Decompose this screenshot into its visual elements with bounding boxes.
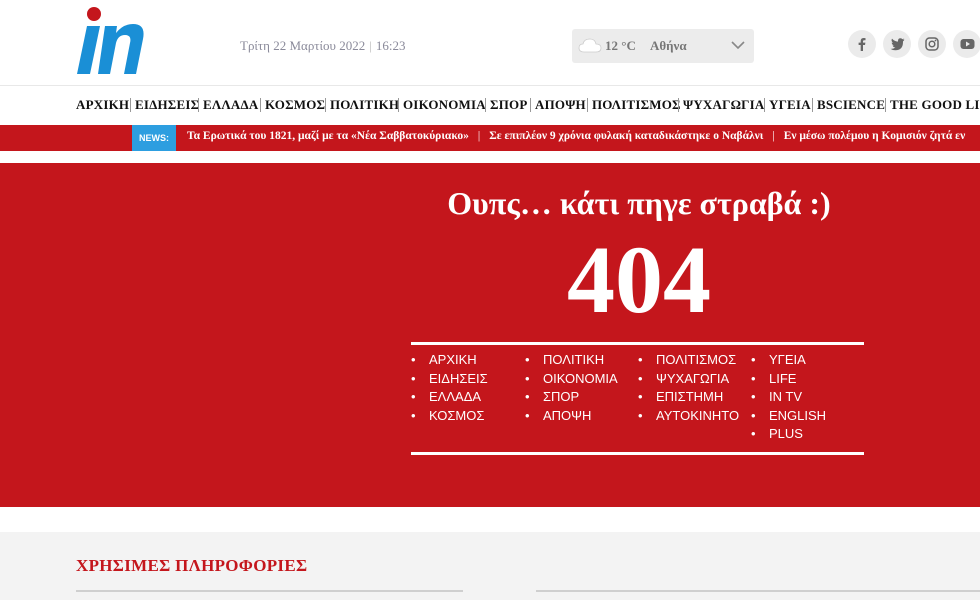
link-health[interactable]: ΥΓΕΙΑ (751, 352, 826, 371)
time-text: 16:23 (375, 38, 406, 53)
weather-widget[interactable]: 12 °C Αθήνα (572, 29, 754, 63)
nav-item-politics[interactable]: ΠΟΛΙΤΙΚΗ (330, 97, 399, 113)
link-news[interactable]: ΕΙΔΗΣΕΙΣ (411, 371, 488, 390)
links-column: ΠΟΛΙΤΙΚΗ ΟΙΚΟΝΟΜΙΑ ΣΠΟΡ ΑΠΟΨΗ (525, 352, 618, 426)
news-label: NEWS: (132, 125, 176, 151)
nav-item-sports[interactable]: ΣΠΟΡ (490, 97, 527, 113)
instagram-button[interactable] (918, 30, 946, 58)
link-life[interactable]: LIFE (751, 371, 826, 390)
link-entertainment[interactable]: ΨΥΧΑΓΩΓΙΑ (638, 371, 739, 390)
links-column: ΠΟΛΙΤΙΣΜΟΣ ΨΥΧΑΓΩΓΙΑ ΕΠΙΣΤΗΜΗ ΑΥΤΟΚΙΝΗΤΟ (638, 352, 739, 426)
twitter-icon (890, 37, 904, 50)
twitter-button[interactable] (883, 30, 911, 58)
news-ticker: NEWS: Τα Ερωτικά του 1821, μαζί με τα «Ν… (0, 125, 980, 151)
nav-separator (260, 98, 261, 112)
nav-separator (130, 98, 131, 112)
nav-separator (398, 98, 399, 112)
chevron-down-icon (731, 41, 745, 50)
nav-item-economy[interactable]: ΟΙΚΟΝΟΜΙΑ (403, 97, 486, 113)
nav-item-home[interactable]: ΑΡΧΙΚΗ (76, 97, 129, 113)
link-science[interactable]: ΕΠΙΣΤΗΜΗ (638, 389, 739, 408)
link-in-tv[interactable]: IN TV (751, 389, 826, 408)
cloud-icon (578, 38, 602, 53)
nav-item-health[interactable]: ΥΓΕΙΑ (769, 97, 811, 113)
divider (411, 342, 864, 345)
nav-separator (587, 98, 588, 112)
main-nav: ΑΡΧΙΚΗ ΕΙΔΗΣΕΙΣ ΕΛΛΑΔΑ ΚΟΣΜΟΣ ΠΟΛΙΤΙΚΗ Ο… (0, 94, 980, 116)
link-greece[interactable]: ΕΛΛΑΔΑ (411, 389, 488, 408)
ticker-separator: | (477, 130, 481, 142)
youtube-icon (960, 39, 974, 49)
nav-item-greece[interactable]: ΕΛΛΑΔΑ (203, 97, 258, 113)
nav-separator (678, 98, 679, 112)
nav-item-the-good-life[interactable]: THE GOOD LIFE (890, 97, 980, 113)
ticker-separator: | (772, 130, 775, 142)
nav-item-news[interactable]: ΕΙΔΗΣΕΙΣ (135, 97, 199, 113)
nav-item-culture[interactable]: ΠΟΛΙΤΙΣΜΟΣ (592, 97, 681, 113)
site-logo[interactable] (76, 6, 148, 78)
link-culture[interactable]: ΠΟΛΙΤΙΣΜΟΣ (638, 352, 739, 371)
site-header: Τρίτη 22 Μαρτίου 2022 | 16:23 12 °C Αθήνα (0, 0, 980, 86)
footer-divider (76, 590, 463, 592)
nav-separator (198, 98, 199, 112)
facebook-button[interactable] (848, 30, 876, 58)
nav-separator (325, 98, 326, 112)
nav-separator (530, 98, 531, 112)
error-title: Ουπς… κάτι πηγε στραβά :) (447, 185, 831, 221)
ticker-headline[interactable]: Εν μέσω πολέμου η Κομισιόν ζητά εν (784, 130, 966, 142)
link-english[interactable]: ENGLISH (751, 408, 826, 427)
nav-item-bscience[interactable]: BSCIENCE (817, 97, 885, 113)
link-opinion[interactable]: ΑΠΟΨΗ (525, 408, 618, 427)
current-date: Τρίτη 22 Μαρτίου 2022 | 16:23 (240, 38, 405, 54)
nav-item-entertainment[interactable]: ΨΥΧΑΓΩΓΙΑ (683, 97, 765, 113)
link-home[interactable]: ΑΡΧΙΚΗ (411, 352, 488, 371)
footer-title: ΧΡΗΣΙΜΕΣ ΠΛΗΡΟΦΟΡΙΕΣ (76, 556, 308, 575)
link-economy[interactable]: ΟΙΚΟΝΟΜΙΑ (525, 371, 618, 390)
nav-item-world[interactable]: ΚΟΣΜΟΣ (265, 97, 325, 113)
nav-separator (485, 98, 486, 112)
youtube-button[interactable] (953, 30, 980, 58)
link-world[interactable]: ΚΟΣΜΟΣ (411, 408, 488, 427)
date-text: Τρίτη 22 Μαρτίου 2022 (240, 38, 366, 53)
links-column: ΥΓΕΙΑ LIFE IN TV ENGLISH PLUS (751, 352, 826, 445)
nav-separator (812, 98, 813, 112)
footer-divider (536, 590, 980, 592)
error-panel: Ουπς… κάτι πηγε στραβά :) 404 ΑΡΧΙΚΗ ΕΙΔ… (0, 163, 980, 507)
nav-item-opinion[interactable]: ΑΠΟΨΗ (535, 97, 586, 113)
weather-city: Αθήνα (650, 38, 687, 53)
links-column: ΑΡΧΙΚΗ ΕΙΔΗΣΕΙΣ ΕΛΛΑΔΑ ΚΟΣΜΟΣ (411, 352, 488, 426)
link-cars[interactable]: ΑΥΤΟΚΙΝΗΤΟ (638, 408, 739, 427)
error-code: 404 (567, 226, 711, 333)
ticker-headlines: Τα Ερωτικά του 1821, μαζί με τα «Νέα Σαβ… (187, 130, 965, 142)
ticker-headline[interactable]: Σε επιπλέον 9 χρόνια φυλακή καταδικάστηκ… (489, 130, 763, 142)
weather-temperature: 12 °C (605, 38, 636, 53)
divider (411, 452, 864, 455)
facebook-icon (858, 38, 866, 51)
instagram-icon (925, 37, 939, 51)
nav-separator (885, 98, 886, 112)
ticker-headline[interactable]: Τα Ερωτικά του 1821, μαζί με τα «Νέα Σαβ… (187, 130, 469, 142)
link-plus[interactable]: PLUS (751, 426, 826, 445)
link-politics[interactable]: ΠΟΛΙΤΙΚΗ (525, 352, 618, 371)
link-sports[interactable]: ΣΠΟΡ (525, 389, 618, 408)
nav-separator (764, 98, 765, 112)
footer-info: ΧΡΗΣΙΜΕΣ ΠΛΗΡΟΦΟΡΙΕΣ (0, 532, 980, 600)
date-separator: | (369, 38, 372, 53)
